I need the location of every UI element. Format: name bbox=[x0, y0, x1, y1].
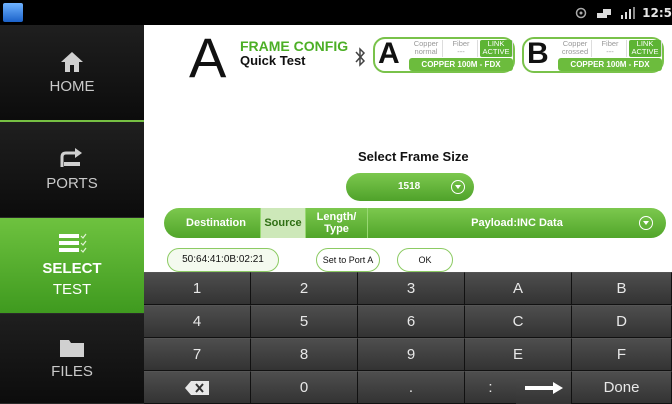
list-check-icon bbox=[59, 233, 87, 253]
frame-field-tabs: Destination Source Length/Type Payload:I… bbox=[164, 208, 666, 238]
fiber-status: Fiber --- bbox=[445, 40, 478, 57]
done-button[interactable]: Done bbox=[572, 379, 672, 396]
key-1[interactable]: 1 bbox=[144, 272, 251, 305]
key-6[interactable]: 6 bbox=[358, 305, 465, 338]
port-letter: A bbox=[378, 37, 400, 70]
sidebar-item-select-test[interactable]: SELECT TEST bbox=[0, 218, 144, 314]
backspace-key[interactable] bbox=[144, 371, 251, 404]
key-4[interactable]: 4 bbox=[144, 305, 251, 338]
home-icon bbox=[61, 52, 83, 72]
link-status: LINK ACTIVE bbox=[480, 40, 513, 57]
backspace-icon bbox=[185, 380, 209, 395]
key-7[interactable]: 7 bbox=[144, 338, 251, 371]
key-d[interactable]: D bbox=[572, 305, 672, 338]
key-f[interactable]: F bbox=[572, 338, 672, 371]
sync-icon bbox=[575, 7, 587, 18]
ports-icon bbox=[60, 148, 82, 167]
link-speed-badge: COPPER 100M - FDX bbox=[409, 58, 513, 71]
sidebar-item-ports[interactable]: PORTS bbox=[0, 122, 144, 218]
mac-address-field[interactable]: 50:64:41:0B:02:21 bbox=[167, 248, 279, 272]
key-8[interactable]: 8 bbox=[251, 338, 358, 371]
tab-payload[interactable]: Payload:INC Data bbox=[368, 208, 666, 238]
ok-button[interactable]: OK bbox=[397, 248, 453, 272]
copper-status: Copper crossed bbox=[559, 40, 592, 57]
frame-config-panel: A FRAME CONFIG Quick Test A Copper normal… bbox=[144, 25, 672, 272]
key-a[interactable]: A bbox=[465, 272, 572, 305]
tab-length-type[interactable]: Length/Type bbox=[306, 208, 368, 238]
tab-source[interactable]: Source bbox=[261, 208, 306, 238]
key-9[interactable]: 9 bbox=[358, 338, 465, 371]
bluetooth-icon bbox=[355, 47, 366, 67]
status-icons: 12:5 bbox=[573, 0, 672, 25]
tab-label: Type bbox=[324, 223, 349, 235]
port-a-status[interactable]: A Copper normal Fiber --- LINK ACTIVE COPPE… bbox=[373, 37, 515, 73]
sidebar-item-label: FILES bbox=[51, 363, 93, 380]
key-b[interactable]: B bbox=[572, 272, 672, 305]
link-speed-badge: COPPER 100M - FDX bbox=[558, 58, 662, 71]
frame-size-value: 1518 bbox=[398, 181, 421, 192]
port-b-status[interactable]: B Copper crossed Fiber --- LINK ACTIVE COPP… bbox=[522, 37, 664, 73]
hex-keyboard: 1 2 3 A B 4 5 6 C D 7 8 9 E F 0 . : Done bbox=[144, 272, 672, 404]
right-arrow-key[interactable] bbox=[516, 371, 572, 404]
key-e[interactable]: E bbox=[465, 338, 572, 371]
clock: 12:5 bbox=[642, 5, 672, 20]
key-0[interactable]: 0 bbox=[251, 371, 358, 404]
tab-destination[interactable]: Destination bbox=[164, 208, 261, 238]
page-title: FRAME CONFIG bbox=[240, 38, 349, 54]
key-period[interactable]: . bbox=[358, 371, 465, 404]
sidebar-item-files[interactable]: FILES bbox=[0, 314, 144, 404]
tab-label: Payload:INC Data bbox=[471, 217, 563, 229]
link-status: LINK ACTIVE bbox=[629, 40, 662, 57]
frame-size-select[interactable]: 1518 bbox=[346, 173, 474, 201]
key-colon-label: : bbox=[465, 379, 518, 396]
arrow-right-icon bbox=[524, 382, 563, 394]
signal-icon bbox=[621, 6, 636, 19]
key-row-end: Done bbox=[572, 371, 672, 404]
sidebar-item-label: SELECT bbox=[42, 259, 102, 277]
folder-icon bbox=[60, 340, 84, 357]
key-2[interactable]: 2 bbox=[251, 272, 358, 305]
key-3[interactable]: 3 bbox=[358, 272, 465, 305]
status-bar: 12:5 bbox=[0, 0, 672, 25]
set-to-port-a-button[interactable]: Set to Port A bbox=[316, 248, 380, 272]
sidebar-item-home[interactable]: HOME bbox=[0, 25, 144, 122]
sidebar: HOME PORTS SELECT TEST FILES bbox=[0, 25, 144, 404]
tab-label: Length/ bbox=[316, 211, 357, 223]
sidebar-item-label: TEST bbox=[52, 280, 92, 298]
port-letter: B bbox=[527, 37, 549, 70]
page-subtitle: Quick Test bbox=[240, 53, 306, 68]
chevron-down-icon bbox=[639, 216, 653, 230]
frame-size-label: Select Frame Size bbox=[358, 149, 469, 164]
port-letter-large: A bbox=[189, 26, 227, 89]
key-c[interactable]: C bbox=[465, 305, 572, 338]
copper-status: Copper normal bbox=[410, 40, 443, 57]
sidebar-item-label: PORTS bbox=[46, 175, 98, 192]
fiber-status: Fiber --- bbox=[594, 40, 627, 57]
wifi-icon bbox=[597, 8, 612, 18]
app-icon bbox=[3, 3, 23, 22]
key-5[interactable]: 5 bbox=[251, 305, 358, 338]
sidebar-item-label: HOME bbox=[49, 78, 95, 95]
chevron-down-icon bbox=[451, 180, 465, 194]
